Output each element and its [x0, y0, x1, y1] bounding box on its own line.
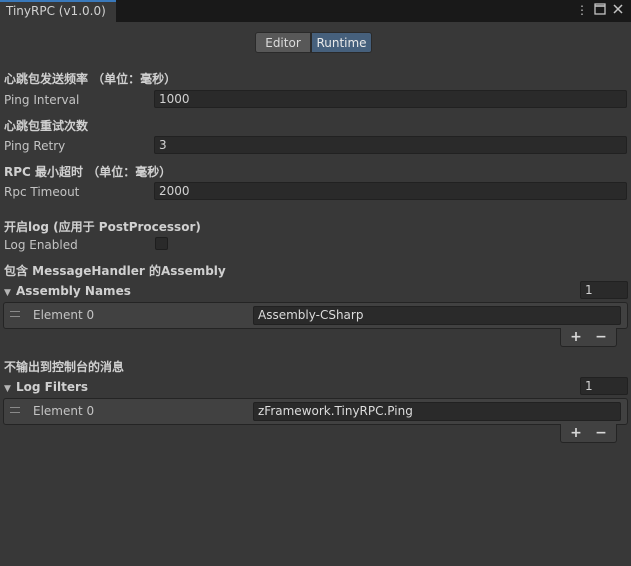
assembly-names-list: Element 0 Assembly-CSharp	[3, 302, 628, 329]
more-vert-icon[interactable]: ⋮	[575, 3, 589, 17]
runtime-mode-button[interactable]: Runtime	[311, 32, 372, 53]
mode-toolbar: Editor Runtime	[0, 32, 631, 54]
drag-handle-icon[interactable]	[10, 407, 20, 413]
window-titlebar: TinyRPC (v1.0.0) ⋮	[0, 0, 631, 22]
maximize-icon[interactable]	[593, 3, 607, 17]
assembly-names-element-field[interactable]: Assembly-CSharp	[253, 306, 621, 325]
log-filters-element-label: Element 0	[33, 404, 95, 418]
log-filters-list: Element 0 zFramework.TinyRPC.Ping	[3, 398, 628, 425]
add-element-button[interactable]: +	[566, 328, 586, 346]
remove-element-button[interactable]: −	[591, 424, 611, 442]
close-icon[interactable]	[611, 3, 625, 17]
ping-retry-header: 心跳包重试次数	[4, 119, 89, 133]
foldout-arrow-icon: ▼	[4, 384, 11, 394]
assembly-names-foldout-label: Assembly Names	[16, 284, 131, 298]
log-enabled-label: Log Enabled	[4, 238, 78, 252]
window-controls: ⋮	[575, 3, 625, 17]
ping-retry-field[interactable]: 3	[154, 136, 627, 154]
rpc-timeout-label: Rpc Timeout	[4, 185, 80, 199]
log-enabled-header: 开启log (应用于 PostProcessor)	[4, 220, 201, 234]
window-tab[interactable]: TinyRPC (v1.0.0)	[0, 0, 116, 22]
add-element-button[interactable]: +	[566, 424, 586, 442]
ping-interval-field[interactable]: 1000	[154, 90, 627, 108]
window-tab-title: TinyRPC (v1.0.0)	[6, 4, 106, 18]
log-filters-size-field[interactable]: 1	[580, 377, 628, 395]
ping-interval-header: 心跳包发送频率 （单位：毫秒）	[4, 72, 177, 86]
editor-mode-button[interactable]: Editor	[255, 32, 311, 53]
assembly-names-size-field[interactable]: 1	[580, 281, 628, 299]
assembly-names-header: 包含 MessageHandler 的Assembly	[4, 264, 226, 278]
assembly-names-element-label: Element 0	[33, 308, 95, 322]
assembly-names-list-buttons: + −	[560, 328, 617, 347]
rpc-timeout-field[interactable]: 2000	[154, 182, 627, 200]
ping-retry-label: Ping Retry	[4, 139, 66, 153]
log-enabled-checkbox[interactable]	[155, 237, 168, 250]
log-filters-element-field[interactable]: zFramework.TinyRPC.Ping	[253, 402, 621, 421]
log-filters-foldout-label: Log Filters	[16, 380, 89, 394]
remove-element-button[interactable]: −	[591, 328, 611, 346]
log-filters-foldout[interactable]: ▼ Log Filters	[4, 379, 88, 395]
assembly-names-foldout[interactable]: ▼ Assembly Names	[4, 283, 131, 299]
foldout-arrow-icon: ▼	[4, 288, 11, 298]
log-filters-list-buttons: + −	[560, 424, 617, 443]
drag-handle-icon[interactable]	[10, 311, 20, 317]
ping-interval-label: Ping Interval	[4, 93, 80, 107]
log-filters-header: 不输出到控制台的消息	[4, 360, 125, 374]
rpc-timeout-header: RPC 最小超时 （单位：毫秒）	[4, 165, 172, 179]
